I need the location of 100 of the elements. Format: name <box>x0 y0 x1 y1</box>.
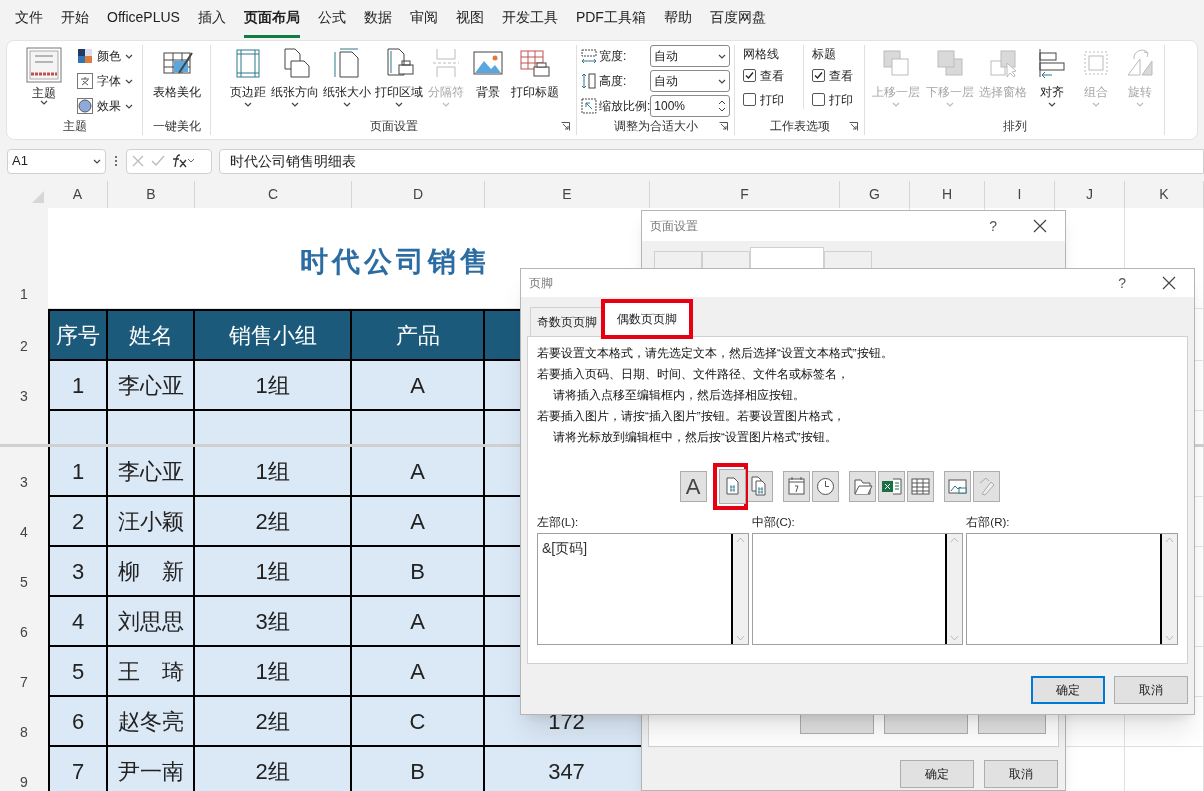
close-icon[interactable] <box>1162 276 1176 290</box>
row-header[interactable]: 7 <box>0 647 48 697</box>
menu-tab[interactable]: 插入 <box>197 7 226 38</box>
scrollbar[interactable] <box>730 534 748 644</box>
check-icon <box>814 71 823 80</box>
row-header[interactable]: 5 <box>0 547 48 597</box>
dialog-tab[interactable]: 偶数页页脚 <box>604 302 690 336</box>
checkbox[interactable]: 查看 <box>743 66 795 85</box>
table-cell: B <box>352 547 485 597</box>
table-cell: 尹一南 <box>108 747 195 791</box>
caret-icon <box>394 102 403 107</box>
toolbar-button[interactable]: A <box>679 471 707 502</box>
caret-icon <box>124 78 133 84</box>
table-cell: 柳 新 <box>108 547 195 597</box>
row-header[interactable]: 4 <box>0 497 48 547</box>
dialog-launcher-icon[interactable] <box>719 122 728 131</box>
scroll-down-icon <box>950 635 960 641</box>
ribbon-button[interactable]: 纸张方向 <box>269 45 320 117</box>
menu-tab[interactable]: 百度网盘 <box>709 7 766 38</box>
instruction-text: 若要插入页码、日期、时间、文件路径、文件名或标签名， <box>537 367 850 382</box>
text-area[interactable]: &[页码] <box>537 533 749 645</box>
instruction-text: 请将光标放到编辑框中，然后按“设置图片格式”按钮。 <box>552 430 838 445</box>
ribbon-button[interactable]: 页边距 <box>227 45 268 117</box>
theme-option-button[interactable]: 效果 <box>76 96 133 116</box>
ribbon-button[interactable]: 纸张大小 <box>321 45 372 117</box>
menu-tab[interactable]: 视图 <box>455 7 484 38</box>
toolbar-button[interactable] <box>712 463 748 510</box>
row-header[interactable]: 9 <box>0 747 48 791</box>
dialog-launcher-icon[interactable] <box>849 122 858 131</box>
close-icon[interactable] <box>1033 219 1047 233</box>
scrollbar[interactable] <box>945 534 963 644</box>
theme-option-button[interactable]: 颜色 <box>76 46 133 66</box>
dialog-button[interactable]: 取消 <box>984 760 1058 788</box>
theme-option-button[interactable]: 字体 <box>76 71 133 91</box>
insert-function-icon[interactable] <box>171 154 195 168</box>
help-button[interactable]: ? <box>989 215 997 237</box>
row-header[interactable]: 3 <box>0 447 48 497</box>
table-cell: 王 琦 <box>108 647 195 697</box>
menu-tab[interactable]: 帮助 <box>663 7 692 38</box>
width-icon <box>581 48 597 64</box>
row-header[interactable]: 8 <box>0 697 48 747</box>
checkbox[interactable]: 打印 <box>812 90 859 109</box>
toolbar-button[interactable] <box>943 471 971 502</box>
menu-tab[interactable]: 文件 <box>15 7 43 38</box>
table-cell: 1组 <box>195 547 352 597</box>
caret-icon <box>243 102 252 107</box>
print-titles-icon <box>518 47 551 79</box>
dropdown-field[interactable]: 自动 <box>650 70 730 92</box>
more-icon[interactable] <box>114 155 118 167</box>
circle-icon <box>76 98 93 114</box>
table-cell: 2组 <box>195 497 352 547</box>
table-cell: 1组 <box>195 447 352 497</box>
toolbar-button[interactable] <box>906 471 934 502</box>
table-cell: 1组 <box>195 647 352 697</box>
check-icon[interactable] <box>151 154 165 168</box>
dialog-button[interactable]: 确定 <box>1031 676 1105 704</box>
section-label: 右部(R): <box>966 515 1011 530</box>
menu-tab[interactable]: 公式 <box>317 7 346 38</box>
menu-tab[interactable]: 数据 <box>363 7 392 38</box>
menu-tab[interactable]: 审阅 <box>409 7 438 38</box>
toolbar-button[interactable] <box>848 471 876 502</box>
group-label: 调整为合适大小 <box>612 118 699 135</box>
ribbon-button[interactable]: 背景 <box>467 45 508 117</box>
menu-tab[interactable]: PDF工具箱 <box>575 7 646 38</box>
caret-icon <box>93 158 101 164</box>
dialog-tab[interactable]: 奇数页页脚 <box>530 307 604 336</box>
dialog-button[interactable]: 取消 <box>1114 676 1188 704</box>
formula-field[interactable]: 时代公司销售明细表 <box>219 148 1204 174</box>
header-cell: 产品 <box>352 309 485 361</box>
ribbon-button[interactable]: 打印区域 <box>373 45 424 117</box>
toolbar-button[interactable] <box>811 471 839 502</box>
toolbar-button[interactable] <box>877 471 905 502</box>
toolbar-button[interactable] <box>782 471 810 502</box>
row-header[interactable]: 2 <box>0 309 48 361</box>
checkbox[interactable]: 打印 <box>743 90 795 109</box>
align-icon <box>1036 47 1068 79</box>
name-box[interactable]: A1 <box>7 148 106 174</box>
section-label: 中部(C): <box>751 515 796 530</box>
caret-icon <box>1092 102 1100 107</box>
menu-tab[interactable]: 开发工具 <box>501 7 558 38</box>
dropdown-field[interactable]: 自动 <box>650 45 730 67</box>
dialog-launcher-icon[interactable] <box>561 122 570 131</box>
caret-icon <box>1136 102 1144 107</box>
menu-tab[interactable]: OfficePLUS <box>107 7 180 38</box>
scrollbar[interactable] <box>1160 534 1177 644</box>
spin-field[interactable]: 100% <box>650 95 730 117</box>
ribbon-button[interactable]: 打印标题 <box>509 45 560 117</box>
table-cell: 汪小颖 <box>108 497 195 547</box>
group-label: 排列 <box>1001 118 1028 135</box>
row-header[interactable]: 3 <box>0 361 48 411</box>
ribbon-button[interactable]: 对齐 <box>1032 45 1072 117</box>
ribbon-button[interactable]: 表格美化 <box>151 45 202 117</box>
themes-button[interactable]: 主题 <box>16 45 71 117</box>
font-icon <box>76 73 93 89</box>
help-button[interactable]: ? <box>1118 272 1126 294</box>
checkbox[interactable]: 查看 <box>812 66 859 85</box>
row-header[interactable]: 6 <box>0 597 48 647</box>
row-header[interactable]: 1 <box>0 208 48 309</box>
dialog-button[interactable]: 确定 <box>900 760 974 788</box>
menu-tab[interactable]: 开始 <box>61 7 89 38</box>
